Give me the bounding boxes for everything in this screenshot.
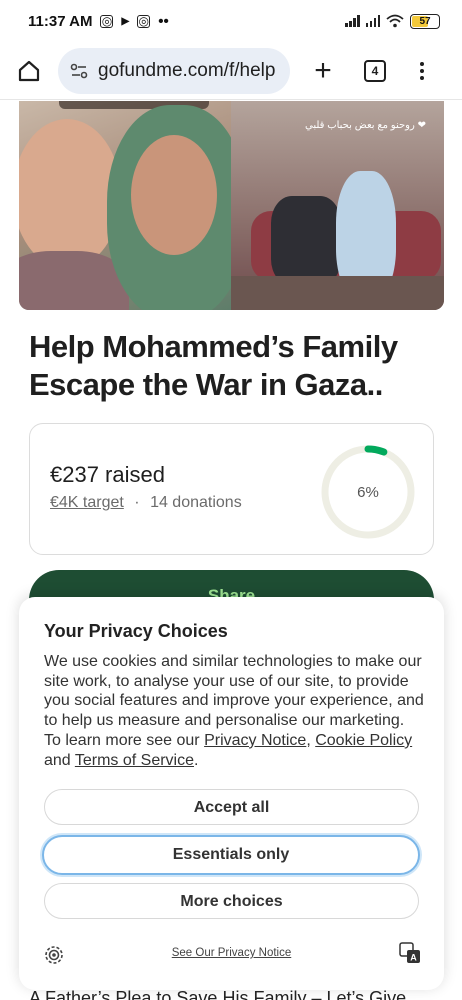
privacy-dialog-title: Your Privacy Choices: [44, 621, 228, 641]
status-right: 57: [345, 13, 440, 29]
hero-caption: روحنو مع بعض بحباب قلبي ❤: [304, 120, 426, 131]
translate-icon[interactable]: A: [399, 942, 421, 964]
site-settings-icon[interactable]: [70, 62, 88, 80]
cookie-policy-link[interactable]: Cookie Policy: [315, 732, 412, 749]
amount-raised: €237 raised: [50, 462, 165, 487]
target-link[interactable]: €4K target: [50, 494, 124, 511]
wifi-icon: [386, 14, 404, 28]
campaign-title: Help Mohammed’s Family Escape the War in…: [29, 329, 398, 402]
campaign-hero-image: روحنو مع بعض بحباب قلبي ❤: [19, 101, 444, 310]
more-choices-button[interactable]: More choices: [44, 883, 419, 919]
home-icon: [18, 60, 40, 81]
see-privacy-notice-link[interactable]: See Our Privacy Notice: [19, 947, 444, 959]
accept-all-button[interactable]: Accept all: [44, 789, 419, 825]
signal-icon: [345, 15, 360, 27]
instagram-icon-2: ◎: [137, 14, 151, 28]
address-bar[interactable]: gofundme.com/f/help: [58, 47, 290, 94]
home-button[interactable]: [14, 56, 44, 86]
campaign-meta: €4K target · 14 donations: [50, 494, 242, 512]
instagram-icon: ◎: [100, 14, 114, 28]
meta-separator: ·: [134, 494, 140, 511]
new-tab-button[interactable]: +: [308, 55, 338, 86]
privacy-notice-link[interactable]: Privacy Notice: [204, 732, 306, 749]
battery-level: 57: [419, 15, 431, 27]
progress-card: €237 raised €4K target · 14 donations 6%: [29, 423, 434, 555]
tab-switcher-button[interactable]: 4: [364, 59, 386, 82]
status-time: 11:37 AM: [28, 12, 93, 30]
url-text: gofundme.com/f/help: [98, 59, 276, 81]
signal-icon-2: [365, 15, 380, 27]
more-notifications-icon: ••: [158, 12, 169, 30]
terms-of-service-link[interactable]: Terms of Service: [75, 752, 194, 769]
privacy-choices-dialog: Your Privacy Choices We use cookies and …: [19, 597, 444, 990]
campaign-story-heading: A Father’s Plea to Save His Family – Let…: [29, 988, 407, 1000]
battery-icon: 57: [410, 13, 440, 29]
status-left: 11:37 AM ◎ ▶ ◎ ••: [28, 13, 169, 30]
overflow-menu-button[interactable]: [420, 61, 424, 80]
status-bar: 11:37 AM ◎ ▶ ◎ •• 57: [0, 0, 462, 42]
youtube-icon: ▶: [121, 15, 130, 27]
hero-photo-left: [19, 101, 247, 310]
essentials-only-button[interactable]: Essentials only: [42, 835, 420, 875]
hero-photo-right: روحنو مع بعض بحباب قلبي ❤: [231, 101, 444, 310]
browser-toolbar: gofundme.com/f/help + 4: [0, 42, 462, 100]
privacy-dialog-body: We use cookies and similar technologies …: [44, 653, 424, 769]
progress-percent-label: 6%: [357, 483, 379, 501]
svg-text:A: A: [410, 953, 417, 963]
donations-count: 14 donations: [150, 494, 242, 511]
